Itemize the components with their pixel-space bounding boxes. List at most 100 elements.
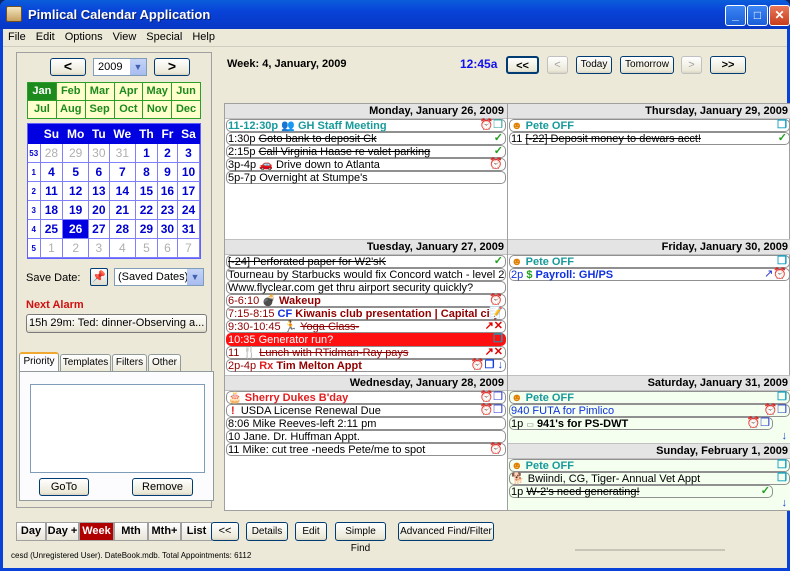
month-jul[interactable]: Jul xyxy=(28,101,56,118)
week-number[interactable]: 2 xyxy=(28,181,41,201)
appointment[interactable]: ☻ Pete OFF ❐ xyxy=(509,119,790,132)
day-cell[interactable]: 19 xyxy=(62,200,89,220)
day-header[interactable]: Thursday, January 29, 2009 xyxy=(508,104,790,119)
saved-dates-select[interactable]: (Saved Dates) ▼ xyxy=(114,268,204,286)
day-cell-selected[interactable]: 26 xyxy=(62,219,89,239)
day-cell[interactable]: 9 xyxy=(156,162,178,182)
menu-edit[interactable]: Edit xyxy=(31,29,60,43)
prev-week-button[interactable]: << xyxy=(506,56,539,74)
day-sunday[interactable]: Sunday, February 1, 2009 ☻ Pete OFF ❐ 🐕 B… xyxy=(508,444,790,510)
tab-filters[interactable]: Filters xyxy=(112,354,147,371)
day-header[interactable]: Friday, January 30, 2009 xyxy=(508,240,790,255)
day-thursday[interactable]: Thursday, January 29, 2009 ☻ Pete OFF ❐ 1… xyxy=(508,104,790,240)
prev-year-button[interactable]: < xyxy=(50,58,86,76)
menu-view[interactable]: View xyxy=(108,29,142,43)
priority-list[interactable] xyxy=(30,384,205,473)
month-jan[interactable]: Jan xyxy=(28,83,56,100)
day-cell[interactable]: 25 xyxy=(39,219,64,239)
day-cell[interactable]: 6 xyxy=(88,162,110,182)
tomorrow-button[interactable]: Tomorrow xyxy=(620,56,674,74)
day-cell[interactable]: 12 xyxy=(62,181,89,201)
month-may[interactable]: May xyxy=(143,83,172,100)
month-sep[interactable]: Sep xyxy=(85,101,114,118)
edit-button[interactable]: Edit xyxy=(295,522,327,541)
simple-find-button[interactable]: Simple Find xyxy=(335,522,386,554)
day-cell[interactable]: 30 xyxy=(88,143,110,163)
appointment[interactable]: 1p ▭ 941's for PS-DWT ⏰❐ xyxy=(509,417,773,430)
day-cell[interactable]: 1 xyxy=(39,238,64,258)
day-monday[interactable]: Monday, January 26, 2009 11-12:30p 👥 GH … xyxy=(225,104,507,240)
appointment[interactable]: 2:15p Call Virginia Haase re valet parki… xyxy=(226,145,506,158)
appointment[interactable]: 10 Jane. Dr. Huffman Appt. xyxy=(226,430,506,443)
prev-day-button[interactable]: < xyxy=(547,56,568,74)
day-header[interactable]: Monday, January 26, 2009 xyxy=(225,104,507,119)
month-nov[interactable]: Nov xyxy=(143,101,172,118)
appointment[interactable]: 🎂 Sherry Dukes B'day ⏰❐ xyxy=(226,391,506,404)
tab-other[interactable]: Other xyxy=(148,354,181,371)
appointment-highlighted[interactable]: 10:35 Generator run? ❐ xyxy=(226,333,506,346)
week-number[interactable]: 53 xyxy=(28,143,41,163)
tab-templates[interactable]: Templates xyxy=(60,354,111,371)
day-cell[interactable]: 15 xyxy=(134,181,158,201)
day-cell[interactable]: 2 xyxy=(62,238,89,258)
view-month-plus-button[interactable]: Mth+ xyxy=(148,522,181,541)
maximize-button[interactable]: □ xyxy=(747,5,768,26)
appointment[interactable]: 11 🍴 Lunch with RTidman-Ray pays ↗✕ xyxy=(226,346,506,359)
appointment[interactable]: 2p $ Payroll: GH/PS ↗⏰ xyxy=(509,268,790,281)
appointment[interactable]: Www.flyclear.com get thru airport securi… xyxy=(226,281,506,294)
appointment[interactable]: ☻ Pete OFF ❐ xyxy=(509,459,790,472)
day-cell[interactable]: 6 xyxy=(156,238,178,258)
day-cell[interactable]: 7 xyxy=(176,238,201,258)
appointment[interactable]: 1:30p Goto bank to deposit Ck ✓ xyxy=(226,132,506,145)
appointment[interactable]: Tourneau by Starbucks would fix Concord … xyxy=(226,268,506,281)
month-mar[interactable]: Mar xyxy=(85,83,114,100)
appointment[interactable]: 1p W-2's need generating! ✓ xyxy=(509,485,773,498)
today-button[interactable]: Today xyxy=(576,56,612,74)
day-cell[interactable]: 14 xyxy=(108,181,136,201)
day-cell[interactable]: 3 xyxy=(88,238,110,258)
tab-priority[interactable]: Priority xyxy=(19,352,59,372)
day-cell[interactable]: 7 xyxy=(108,162,136,182)
year-select[interactable]: 2009 ▼ xyxy=(93,58,147,76)
day-cell[interactable]: 23 xyxy=(156,200,178,220)
next-alarm-button[interactable]: 15h 29m: Ted: dinner-Observing a... xyxy=(26,314,207,333)
week-number[interactable]: 5 xyxy=(28,238,41,258)
month-aug[interactable]: Aug xyxy=(56,101,85,118)
day-cell[interactable]: 21 xyxy=(108,200,136,220)
day-header[interactable]: Tuesday, January 27, 2009 xyxy=(225,240,507,255)
day-cell[interactable]: 29 xyxy=(62,143,89,163)
menu-help[interactable]: Help xyxy=(187,29,220,43)
day-cell[interactable]: 10 xyxy=(176,162,201,182)
day-header[interactable]: Saturday, January 31, 2009 xyxy=(508,376,790,391)
day-cell[interactable]: 17 xyxy=(176,181,201,201)
next-day-button[interactable]: > xyxy=(681,56,702,74)
day-cell[interactable]: 20 xyxy=(88,200,110,220)
day-saturday[interactable]: Saturday, January 31, 2009 ☻ Pete OFF ❐ 9… xyxy=(508,376,790,444)
appointment[interactable]: 3p-4p 🚗 Drive down to Atlanta ⏰ xyxy=(226,158,506,171)
week-number[interactable]: 3 xyxy=(28,200,41,220)
scroll-down-icon[interactable]: ↓ xyxy=(782,430,788,442)
day-header[interactable]: Sunday, February 1, 2009 xyxy=(508,444,790,459)
day-cell[interactable]: 16 xyxy=(156,181,178,201)
view-list-button[interactable]: List xyxy=(181,522,212,541)
minimize-button[interactable]: _ xyxy=(725,5,746,26)
day-cell[interactable]: 31 xyxy=(108,143,136,163)
day-cell[interactable]: 4 xyxy=(108,238,136,258)
month-feb[interactable]: Feb xyxy=(56,83,85,100)
week-number[interactable]: 4 xyxy=(28,219,41,239)
day-cell[interactable]: 24 xyxy=(176,200,201,220)
view-week-button[interactable]: Week xyxy=(79,522,114,541)
menu-options[interactable]: Options xyxy=(60,29,108,43)
day-cell[interactable]: 28 xyxy=(108,219,136,239)
appointment[interactable]: 11 Mike: cut tree -needs Pete/me to spot… xyxy=(226,443,506,456)
appointment[interactable]: 7:15-8:15 CF Kiwanis club presentation |… xyxy=(226,307,506,320)
appointment[interactable]: 8:06 Mike Reeves-left 2:11 pm xyxy=(226,417,506,430)
menu-file[interactable]: File xyxy=(3,29,31,43)
remove-button[interactable]: Remove xyxy=(132,478,193,496)
day-cell[interactable]: 30 xyxy=(156,219,178,239)
day-cell[interactable]: 27 xyxy=(88,219,110,239)
day-cell[interactable]: 5 xyxy=(62,162,89,182)
appointment[interactable]: 11 [-22] Deposit money to dewars acct! ✓ xyxy=(509,132,790,145)
goto-button[interactable]: GoTo xyxy=(39,478,89,496)
chevron-down-icon[interactable]: ▼ xyxy=(187,269,203,285)
